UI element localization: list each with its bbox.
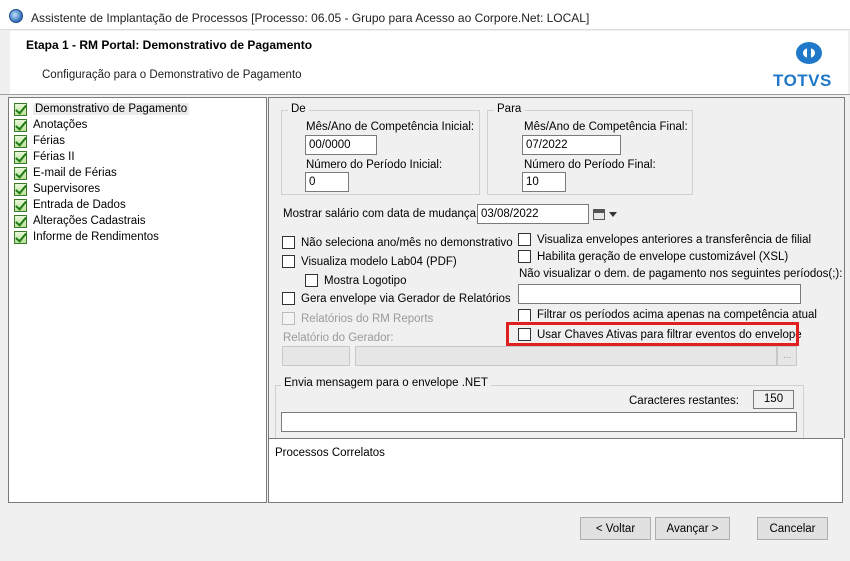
tree-item-anotacoes[interactable]: Anotações [14, 117, 87, 133]
checkbox-box [282, 292, 295, 305]
checkbox-box [518, 233, 531, 246]
envelope-xsl-checkbox[interactable]: Habilita geração de envelope customizáve… [518, 250, 788, 263]
check-icon [14, 134, 27, 148]
step-title: Etapa 1 - RM Portal: Demonstrativo de Pa… [26, 38, 313, 52]
tree-item-ferias-ii[interactable]: Férias II [14, 149, 75, 165]
checkbox-label: Gera envelope via Gerador de Relatórios [301, 292, 511, 305]
title-bar: Assistente de Implantação de Processos [… [0, 0, 850, 30]
periodos-label: Não visualizar o dem. de pagamento nos s… [519, 268, 843, 280]
relatorio-code-input [282, 346, 350, 366]
checkbox-box [518, 309, 531, 321]
checkbox-label: Mostra Logotipo [324, 274, 407, 287]
check-icon [14, 166, 27, 180]
filtrar-competencia-checkbox[interactable]: Filtrar os períodos acima apenas na comp… [518, 309, 817, 321]
checkbox-box [282, 255, 295, 268]
nao-seleciona-checkbox[interactable]: Não seleciona ano/mês no demonstrativo [282, 236, 513, 249]
check-icon [14, 198, 27, 212]
wizard-header: Etapa 1 - RM Portal: Demonstrativo de Pa… [10, 31, 848, 94]
check-icon [14, 182, 27, 196]
check-icon [14, 102, 27, 116]
checkbox-label: Relatórios do RM Reports [301, 312, 434, 325]
tree-item-demonstrativo[interactable]: Demonstrativo de Pagamento [14, 101, 190, 117]
checkbox-box [305, 274, 318, 287]
periodo-final-input[interactable]: 10 [522, 172, 566, 192]
calendar-icon [593, 208, 605, 220]
checkbox-label: Visualiza modelo Lab04 (PDF) [301, 255, 457, 268]
mes-inicial-label: Mês/Ano de Competência Inicial: [306, 121, 475, 133]
mensagem-input[interactable] [281, 412, 797, 432]
totvs-logo-icon [796, 42, 822, 64]
checkbox-label: Habilita geração de envelope customizáve… [537, 250, 789, 263]
tree-item-email-ferias[interactable]: E-mail de Férias [14, 165, 117, 181]
tree-item-informe[interactable]: Informe de Rendimentos [14, 229, 159, 245]
checkbox-box [518, 250, 531, 263]
header-divider [0, 94, 850, 95]
caracteres-counter: 150 [753, 390, 794, 409]
highlight-box [506, 322, 799, 346]
tree-item-entrada-dados[interactable]: Entrada de Dados [14, 197, 126, 213]
checkbox-label: Visualiza envelopes anteriores a transfe… [537, 233, 812, 246]
envelopes-anteriores-checkbox[interactable]: Visualiza envelopes anteriores a transfe… [518, 233, 811, 246]
cancel-button[interactable]: Cancelar [757, 517, 828, 540]
step-tree: Demonstrativo de Pagamento Anotações Fér… [8, 97, 267, 503]
periodo-inicial-label: Número do Período Inicial: [306, 159, 443, 171]
tree-item-alteracoes[interactable]: Alterações Cadastrais [14, 213, 146, 229]
periodo-inicial-input[interactable]: 0 [305, 172, 349, 192]
rm-reports-checkbox: Relatórios do RM Reports [282, 312, 433, 325]
checkbox-box [282, 312, 295, 325]
caracteres-label: Caracteres restantes: [629, 395, 739, 407]
relatorio-label: Relatório do Gerador: [283, 332, 394, 344]
step-subtitle: Configuração para o Demonstrativo de Pag… [42, 69, 302, 81]
check-icon [14, 230, 27, 244]
browse-button: ... [777, 346, 797, 366]
periodo-final-label: Número do Período Final: [524, 159, 656, 171]
checkbox-box [282, 236, 295, 249]
gera-envelope-checkbox[interactable]: Gera envelope via Gerador de Relatórios [282, 292, 511, 305]
totvs-logo: TOTVS [773, 71, 832, 90]
tree-item-supervisores[interactable]: Supervisores [14, 181, 100, 197]
app-icon [9, 9, 23, 23]
checkbox-label: Filtrar os períodos acima apenas na comp… [537, 309, 817, 321]
date-picker-button[interactable] [589, 204, 621, 224]
salario-label: Mostrar salário com data de mudança até: [283, 208, 499, 220]
tree-item-ferias[interactable]: Férias [14, 133, 65, 149]
check-icon [14, 150, 27, 164]
group-de-title: De [288, 103, 309, 115]
salario-date-input[interactable]: 03/08/2022 [477, 204, 589, 224]
window-title: Assistente de Implantação de Processos [… [31, 11, 590, 25]
relatorio-name-input [355, 346, 777, 366]
mostra-logotipo-checkbox[interactable]: Mostra Logotipo [305, 274, 406, 287]
checkbox-label: Não seleciona ano/mês no demonstrativo [301, 236, 513, 249]
check-icon [14, 214, 27, 228]
group-mensagem-title: Envia mensagem para o envelope .NET [281, 377, 491, 389]
periodos-input[interactable] [518, 284, 801, 304]
group-para-title: Para [494, 103, 525, 115]
processos-correlatos-title: Processos Correlatos [275, 447, 385, 459]
processos-correlatos: Processos Correlatos [268, 438, 843, 503]
check-icon [14, 118, 27, 132]
mes-final-input[interactable]: 07/2022 [522, 135, 621, 155]
back-button[interactable]: < Voltar [580, 517, 651, 540]
chevron-down-icon [609, 211, 617, 217]
mes-inicial-input[interactable]: 00/0000 [305, 135, 377, 155]
lab04-checkbox[interactable]: Visualiza modelo Lab04 (PDF) [282, 255, 457, 268]
next-button[interactable]: Avançar > [655, 517, 730, 540]
mes-final-label: Mês/Ano de Competência Final: [524, 121, 688, 133]
